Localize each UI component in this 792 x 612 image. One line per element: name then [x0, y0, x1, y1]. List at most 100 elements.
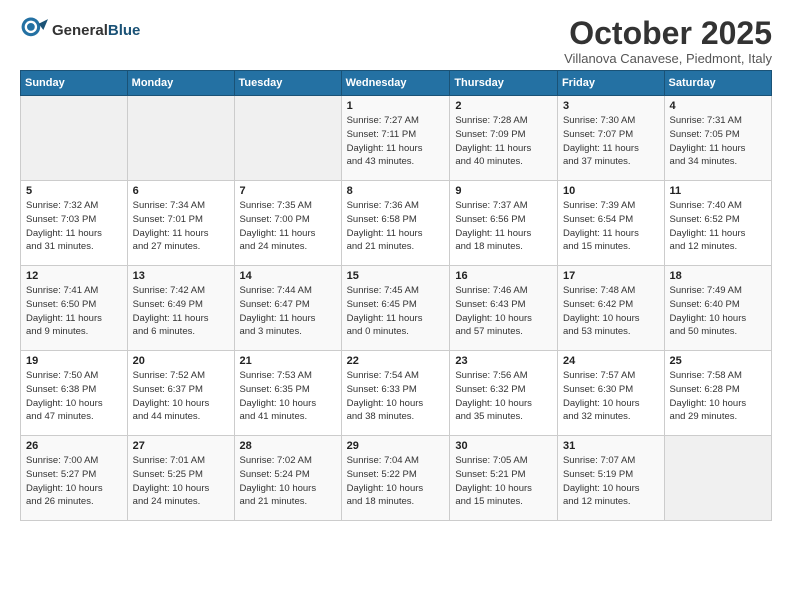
calendar-cell: 23 Sunrise: 7:56 AM Sunset: 6:32 PM Dayli… — [450, 351, 558, 436]
weekday-header-monday: Monday — [127, 71, 234, 96]
day-info: Sunrise: 7:37 AM Sunset: 6:56 PM Dayligh… — [455, 199, 552, 254]
calendar-cell: 25 Sunrise: 7:58 AM Sunset: 6:28 PM Dayli… — [664, 351, 771, 436]
calendar-week-row: 26Sunrise: 7:00 AM Sunset: 5:27 PM Dayli… — [21, 436, 772, 521]
day-number: 10 — [563, 185, 659, 197]
month-title: October 2025 — [564, 16, 772, 51]
day-info: Sunrise: 7:36 AM Sunset: 6:58 PM Dayligh… — [347, 199, 445, 254]
calendar-cell: 22 Sunrise: 7:54 AM Sunset: 6:33 PM Dayli… — [341, 351, 450, 436]
day-info: Sunrise: 7:34 AM Sunset: 7:01 PM Dayligh… — [133, 199, 229, 254]
day-number: 27 — [133, 440, 229, 452]
day-number: 23 — [455, 355, 552, 367]
calendar-cell: 20 Sunrise: 7:52 AM Sunset: 6:37 PM Dayli… — [127, 351, 234, 436]
calendar-cell: 28 Sunrise: 7:02 AM Sunset: 5:24 PM Dayli… — [234, 436, 341, 521]
day-number: 22 — [347, 355, 445, 367]
day-info: Sunrise: 7:57 AM Sunset: 6:30 PM Dayligh… — [563, 369, 659, 424]
day-number: 24 — [563, 355, 659, 367]
day-number: 30 — [455, 440, 552, 452]
calendar-week-row: 19 Sunrise: 7:50 AM Sunset: 6:38 PM Dayli… — [21, 351, 772, 436]
day-info: Sunrise: 7:58 AM Sunset: 6:28 PM Dayligh… — [670, 369, 766, 424]
day-number: 26 — [26, 440, 122, 452]
day-info: Sunrise: 7:42 AM Sunset: 6:49 PM Dayligh… — [133, 284, 229, 339]
calendar-cell: 21 Sunrise: 7:53 AM Sunset: 6:35 PM Dayli… — [234, 351, 341, 436]
day-info: Sunrise: 7:02 AM Sunset: 5:24 PM Dayligh… — [240, 454, 336, 509]
calendar-cell: 24 Sunrise: 7:57 AM Sunset: 6:30 PM Dayli… — [557, 351, 664, 436]
day-number: 21 — [240, 355, 336, 367]
weekday-header-sunday: Sunday — [21, 71, 128, 96]
day-number: 13 — [133, 270, 229, 282]
calendar-cell: 3 Sunrise: 7:30 AM Sunset: 7:07 PM Daylig… — [557, 96, 664, 181]
calendar-cell: 4 Sunrise: 7:31 AM Sunset: 7:05 PM Daylig… — [664, 96, 771, 181]
day-info: Sunrise: 7:50 AM Sunset: 6:38 PM Dayligh… — [26, 369, 122, 424]
calendar-cell: 29Sunrise: 7:04 AM Sunset: 5:22 PM Dayli… — [341, 436, 450, 521]
logo-icon — [20, 16, 48, 44]
day-info: Sunrise: 7:30 AM Sunset: 7:07 PM Dayligh… — [563, 114, 659, 169]
day-number: 6 — [133, 185, 229, 197]
calendar-cell: 1Sunrise: 7:27 AM Sunset: 7:11 PM Daylig… — [341, 96, 450, 181]
calendar-cell: 5 Sunrise: 7:32 AM Sunset: 7:03 PM Daylig… — [21, 181, 128, 266]
day-number: 28 — [240, 440, 336, 452]
calendar-week-row: 12 Sunrise: 7:41 AM Sunset: 6:50 PM Dayli… — [21, 266, 772, 351]
day-info: Sunrise: 7:01 AM Sunset: 5:25 PM Dayligh… — [133, 454, 229, 509]
day-number: 11 — [670, 185, 766, 197]
logo-blue: Blue — [108, 22, 141, 39]
calendar-cell: 8Sunrise: 7:36 AM Sunset: 6:58 PM Daylig… — [341, 181, 450, 266]
day-number: 17 — [563, 270, 659, 282]
day-info: Sunrise: 7:07 AM Sunset: 5:19 PM Dayligh… — [563, 454, 659, 509]
weekday-header-thursday: Thursday — [450, 71, 558, 96]
calendar-cell: 17 Sunrise: 7:48 AM Sunset: 6:42 PM Dayli… — [557, 266, 664, 351]
day-number: 3 — [563, 100, 659, 112]
weekday-header-saturday: Saturday — [664, 71, 771, 96]
weekday-header-tuesday: Tuesday — [234, 71, 341, 96]
calendar-cell: 7Sunrise: 7:35 AM Sunset: 7:00 PM Daylig… — [234, 181, 341, 266]
day-info: Sunrise: 7:45 AM Sunset: 6:45 PM Dayligh… — [347, 284, 445, 339]
day-info: Sunrise: 7:49 AM Sunset: 6:40 PM Dayligh… — [670, 284, 766, 339]
calendar-cell: 18Sunrise: 7:49 AM Sunset: 6:40 PM Dayli… — [664, 266, 771, 351]
day-number: 15 — [347, 270, 445, 282]
day-info: Sunrise: 7:56 AM Sunset: 6:32 PM Dayligh… — [455, 369, 552, 424]
calendar-table: SundayMondayTuesdayWednesdayThursdayFrid… — [20, 70, 772, 521]
day-info: Sunrise: 7:41 AM Sunset: 6:50 PM Dayligh… — [26, 284, 122, 339]
day-number: 19 — [26, 355, 122, 367]
day-number: 16 — [455, 270, 552, 282]
day-info: Sunrise: 7:28 AM Sunset: 7:09 PM Dayligh… — [455, 114, 552, 169]
day-number: 12 — [26, 270, 122, 282]
day-number: 20 — [133, 355, 229, 367]
day-info: Sunrise: 7:54 AM Sunset: 6:33 PM Dayligh… — [347, 369, 445, 424]
day-number: 5 — [26, 185, 122, 197]
logo-general: General — [52, 22, 108, 39]
calendar-cell — [127, 96, 234, 181]
calendar-cell: 27 Sunrise: 7:01 AM Sunset: 5:25 PM Dayli… — [127, 436, 234, 521]
day-info: Sunrise: 7:05 AM Sunset: 5:21 PM Dayligh… — [455, 454, 552, 509]
day-number: 7 — [240, 185, 336, 197]
calendar-cell — [234, 96, 341, 181]
calendar-cell: 6 Sunrise: 7:34 AM Sunset: 7:01 PM Daylig… — [127, 181, 234, 266]
title-block: October 2025 Villanova Canavese, Piedmon… — [564, 16, 772, 66]
day-info: Sunrise: 7:53 AM Sunset: 6:35 PM Dayligh… — [240, 369, 336, 424]
day-info: Sunrise: 7:52 AM Sunset: 6:37 PM Dayligh… — [133, 369, 229, 424]
day-info: Sunrise: 7:48 AM Sunset: 6:42 PM Dayligh… — [563, 284, 659, 339]
calendar-cell: 12 Sunrise: 7:41 AM Sunset: 6:50 PM Dayli… — [21, 266, 128, 351]
location-subtitle: Villanova Canavese, Piedmont, Italy — [564, 51, 772, 66]
day-info: Sunrise: 7:40 AM Sunset: 6:52 PM Dayligh… — [670, 199, 766, 254]
calendar-cell: 30 Sunrise: 7:05 AM Sunset: 5:21 PM Dayli… — [450, 436, 558, 521]
weekday-header-row: SundayMondayTuesdayWednesdayThursdayFrid… — [21, 71, 772, 96]
calendar-cell — [21, 96, 128, 181]
day-info: Sunrise: 7:32 AM Sunset: 7:03 PM Dayligh… — [26, 199, 122, 254]
day-number: 2 — [455, 100, 552, 112]
day-info: Sunrise: 7:27 AM Sunset: 7:11 PM Dayligh… — [347, 114, 445, 169]
weekday-header-wednesday: Wednesday — [341, 71, 450, 96]
logo: General Blue — [20, 16, 140, 44]
day-info: Sunrise: 7:39 AM Sunset: 6:54 PM Dayligh… — [563, 199, 659, 254]
calendar-cell: 13 Sunrise: 7:42 AM Sunset: 6:49 PM Dayli… — [127, 266, 234, 351]
calendar-week-row: 1Sunrise: 7:27 AM Sunset: 7:11 PM Daylig… — [21, 96, 772, 181]
day-number: 9 — [455, 185, 552, 197]
day-number: 4 — [670, 100, 766, 112]
day-info: Sunrise: 7:31 AM Sunset: 7:05 PM Dayligh… — [670, 114, 766, 169]
day-number: 14 — [240, 270, 336, 282]
calendar-cell: 31Sunrise: 7:07 AM Sunset: 5:19 PM Dayli… — [557, 436, 664, 521]
calendar-cell: 16Sunrise: 7:46 AM Sunset: 6:43 PM Dayli… — [450, 266, 558, 351]
calendar-week-row: 5 Sunrise: 7:32 AM Sunset: 7:03 PM Daylig… — [21, 181, 772, 266]
day-info: Sunrise: 7:44 AM Sunset: 6:47 PM Dayligh… — [240, 284, 336, 339]
day-number: 25 — [670, 355, 766, 367]
day-number: 29 — [347, 440, 445, 452]
